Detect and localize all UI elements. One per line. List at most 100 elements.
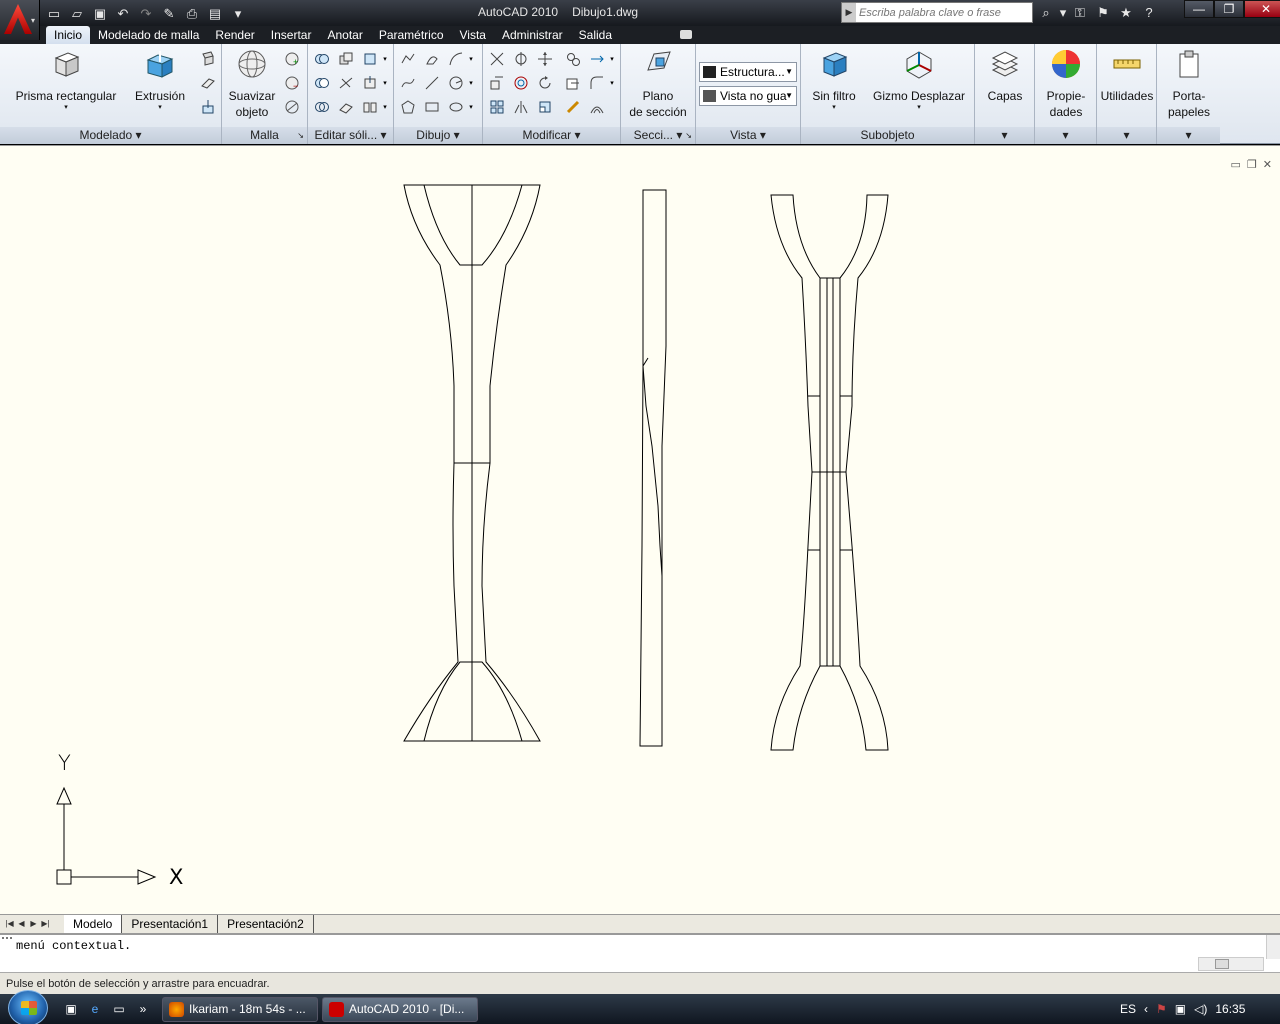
- smooth-less-icon[interactable]: −: [282, 73, 302, 93]
- tab-parametrico[interactable]: Paramétrico: [371, 26, 452, 44]
- slice-icon[interactable]: [336, 73, 356, 93]
- print-icon[interactable]: ⎙: [182, 4, 202, 22]
- 3d-array-icon[interactable]: [487, 97, 507, 117]
- command-horizontal-scrollbar[interactable]: [1198, 957, 1264, 971]
- panel-title-seccion[interactable]: Secci... ▾ ↘: [621, 127, 695, 144]
- binoculars-icon[interactable]: ⌕: [1036, 3, 1056, 21]
- volume-icon[interactable]: ◁): [1194, 1002, 1207, 1016]
- save-icon[interactable]: ▣: [90, 4, 110, 22]
- undo-icon[interactable]: ↶: [113, 4, 133, 22]
- utilidades-button[interactable]: Utilidades: [1099, 48, 1155, 104]
- chevron-down-icon[interactable]: ▾: [466, 97, 476, 117]
- line-icon[interactable]: [422, 73, 442, 93]
- show-hidden-icons-icon[interactable]: ‹: [1144, 1002, 1148, 1016]
- scroll-thumb[interactable]: [1215, 959, 1229, 969]
- communication-center-icon[interactable]: ⚑: [1093, 3, 1113, 21]
- tab-vista[interactable]: Vista: [452, 26, 494, 44]
- show-desktop-icon[interactable]: ▣: [62, 1000, 80, 1018]
- first-layout-icon[interactable]: |◀: [4, 918, 15, 930]
- part-side-view[interactable]: [639, 189, 667, 747]
- tab-presentacion1[interactable]: Presentación1: [122, 915, 219, 933]
- panel-expand-utilidades[interactable]: ▾: [1097, 127, 1156, 144]
- help-icon[interactable]: ?: [1139, 3, 1159, 21]
- tab-insertar[interactable]: Insertar: [263, 26, 320, 44]
- rotate-icon[interactable]: [535, 73, 555, 93]
- model-space-canvas[interactable]: ▭ ❐ ✕ Y X: [0, 145, 1280, 914]
- language-indicator[interactable]: ES: [1120, 1002, 1136, 1016]
- visual-style-combo[interactable]: Estructura... ▼: [699, 62, 797, 82]
- spline-icon[interactable]: [398, 73, 418, 93]
- tab-anotar[interactable]: Anotar: [319, 26, 370, 44]
- chevron-down-icon[interactable]: ▾: [466, 49, 476, 69]
- subtract-icon[interactable]: [312, 73, 332, 93]
- switch-windows-icon[interactable]: ▭: [110, 1000, 128, 1018]
- capas-button[interactable]: Capas: [979, 48, 1031, 104]
- fillet-icon[interactable]: [587, 73, 607, 93]
- dialog-launcher-icon[interactable]: ↘: [297, 127, 304, 144]
- network-icon[interactable]: ▣: [1175, 1002, 1186, 1016]
- open-folder-icon[interactable]: ▱: [67, 4, 87, 22]
- extract-edges-icon[interactable]: [360, 49, 380, 69]
- dialog-launcher-icon[interactable]: ↘: [685, 127, 692, 144]
- start-button[interactable]: [8, 990, 48, 1024]
- circle-icon[interactable]: [446, 73, 466, 93]
- panel-expand-capas[interactable]: ▾: [975, 127, 1034, 144]
- union-icon[interactable]: [312, 49, 332, 69]
- clock[interactable]: 16:35: [1215, 1002, 1245, 1016]
- taskbar-autocad[interactable]: AutoCAD 2010 - [Di...: [322, 997, 478, 1022]
- chevron-down-icon[interactable]: ▾: [380, 97, 390, 117]
- plano-de-seccion-button[interactable]: Plano de sección: [627, 48, 689, 120]
- taskbar-ikariam[interactable]: Ikariam - 18m 54s - ...: [162, 997, 318, 1022]
- minimize-ribbon-icon[interactable]: [680, 30, 692, 39]
- panel-title-dibujo[interactable]: Dibujo ▾: [394, 127, 482, 144]
- last-layout-icon[interactable]: ▶|: [40, 918, 51, 930]
- erase-icon[interactable]: [563, 97, 583, 117]
- offset-icon[interactable]: [587, 97, 607, 117]
- expand-search-icon[interactable]: ▶: [842, 3, 856, 22]
- extrusion-button[interactable]: Extrusión ▾: [130, 48, 190, 112]
- panel-title-editar-solidos[interactable]: Editar sóli... ▾: [308, 127, 393, 144]
- intersect-icon[interactable]: [312, 97, 332, 117]
- propiedades-button[interactable]: Propie- dades: [1039, 48, 1093, 120]
- ellipse-icon[interactable]: [446, 97, 466, 117]
- restore-button[interactable]: ❐: [1214, 0, 1244, 18]
- tab-salida[interactable]: Salida: [571, 26, 620, 44]
- tab-inicio[interactable]: Inicio: [46, 26, 91, 44]
- chevron-down-icon[interactable]: ▾: [380, 73, 390, 93]
- panel-expand-portapapeles[interactable]: ▾: [1157, 127, 1220, 144]
- fillet-chamfer-icon[interactable]: [487, 49, 507, 69]
- extrude-faces-icon[interactable]: [360, 73, 380, 93]
- 3d-mirror-icon[interactable]: [511, 97, 531, 117]
- prisma-rectangular-button[interactable]: Prisma rectangular ▾: [10, 48, 122, 112]
- next-layout-icon[interactable]: ▶: [28, 918, 39, 930]
- command-grip-handle[interactable]: [2, 937, 12, 945]
- panel-expand-propiedades[interactable]: ▾: [1035, 127, 1096, 144]
- portapapeles-button[interactable]: Porta- papeles: [1161, 48, 1217, 120]
- separate-icon[interactable]: [360, 97, 380, 117]
- polysolid-icon[interactable]: [198, 49, 218, 69]
- subscription-center-icon[interactable]: ⚿: [1070, 3, 1090, 21]
- flag-icon[interactable]: ⚑: [1156, 1002, 1167, 1016]
- chevron-down-icon[interactable]: ▾: [607, 49, 617, 69]
- workspace-icon[interactable]: ▤: [205, 4, 225, 22]
- dropdown-icon[interactable]: ▾: [1059, 3, 1067, 21]
- interfere-icon[interactable]: [336, 49, 356, 69]
- polygon-icon[interactable]: [398, 97, 418, 117]
- qat-dropdown-icon[interactable]: ▾: [228, 4, 248, 22]
- polyline-icon[interactable]: [398, 49, 418, 69]
- chevron-down-icon[interactable]: ▾: [466, 73, 476, 93]
- 3d-polyline-icon[interactable]: [422, 49, 442, 69]
- refine-mesh-icon[interactable]: [282, 97, 302, 117]
- panel-title-malla[interactable]: Malla ↘: [222, 127, 307, 144]
- planar-surface-icon[interactable]: [198, 73, 218, 93]
- more-icon[interactable]: »: [134, 1000, 152, 1018]
- plot-preview-icon[interactable]: ✎: [159, 4, 179, 22]
- internet-explorer-icon[interactable]: e: [86, 1000, 104, 1018]
- 3d-align-icon[interactable]: [487, 73, 507, 93]
- chevron-down-icon[interactable]: ▾: [607, 73, 617, 93]
- align-icon[interactable]: [535, 97, 555, 117]
- gizmo-desplazar-button[interactable]: Gizmo Desplazar ▾: [871, 48, 967, 112]
- tab-administrar[interactable]: Administrar: [494, 26, 571, 44]
- tab-modelo[interactable]: Modelo: [64, 915, 123, 933]
- suavizar-objeto-button[interactable]: Suavizar objeto: [226, 48, 278, 120]
